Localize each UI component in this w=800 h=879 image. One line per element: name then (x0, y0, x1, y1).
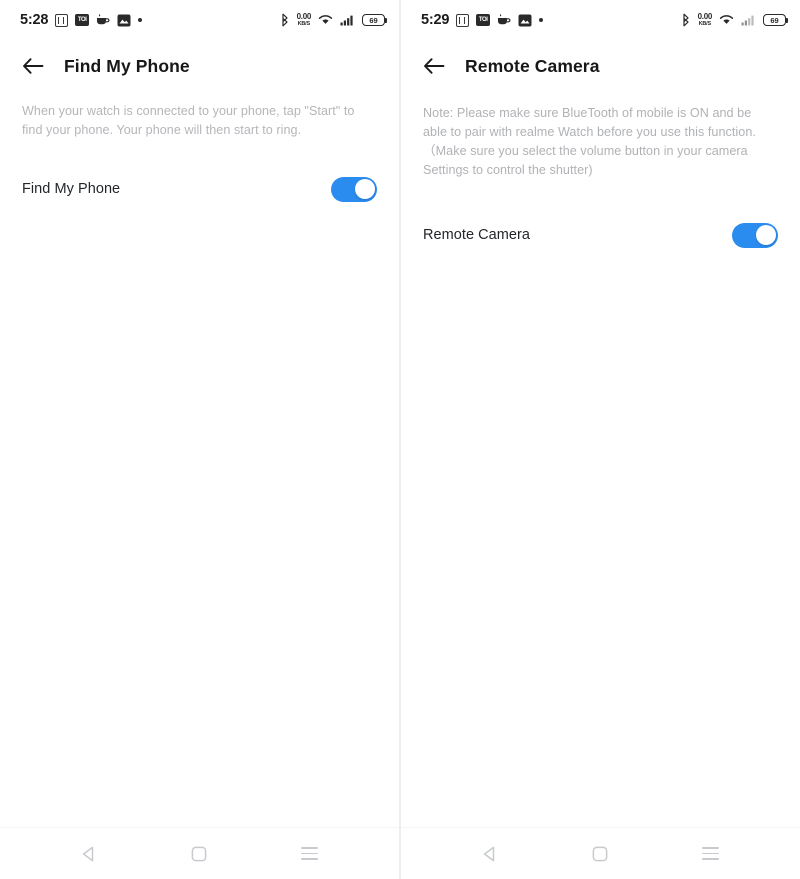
system-nav-bar (401, 827, 800, 879)
setting-label: Find My Phone (22, 181, 121, 197)
back-arrow-icon[interactable] (421, 53, 447, 79)
find-my-phone-toggle[interactable] (331, 176, 377, 202)
status-bar-right: 0.00 KB/S 69 (279, 11, 387, 28)
calendar-icon (456, 13, 470, 27)
battery-level-label: 69 (770, 15, 779, 25)
image-icon (518, 14, 532, 27)
calendar-icon (55, 13, 69, 27)
recents-lines (301, 847, 319, 860)
system-nav-bar (0, 827, 399, 879)
nav-back-icon[interactable] (67, 832, 111, 876)
signal-icon (741, 14, 756, 26)
battery-icon: 69 (763, 14, 788, 26)
dot-icon (138, 18, 143, 22)
nav-back-icon[interactable] (468, 832, 512, 876)
bluetooth-icon (279, 13, 290, 27)
status-bar-clock: 5:28 (20, 12, 49, 28)
back-arrow-icon[interactable] (20, 53, 46, 79)
setting-row-remote-camera[interactable]: Remote Camera (401, 208, 800, 262)
page-description: When your watch is connected to your pho… (22, 104, 355, 137)
box-icon: TOI (476, 14, 491, 26)
toggle-knob (755, 225, 776, 245)
toggle-knob (354, 179, 375, 199)
remote-camera-toggle[interactable] (732, 222, 778, 248)
nav-recents-icon[interactable] (689, 832, 733, 876)
app-bar: Find My Phone (0, 40, 399, 92)
network-speed-icon: 0.00 KB/S (296, 11, 312, 28)
page-title: Find My Phone (64, 55, 190, 76)
battery-icon: 69 (362, 14, 387, 26)
page-description: Note: Please make sure BlueTooth of mobi… (423, 106, 756, 177)
coffee-icon (96, 14, 110, 26)
dot-icon (539, 18, 544, 22)
bluetooth-icon (680, 13, 691, 27)
nav-home-icon[interactable] (578, 832, 622, 876)
network-speed-icon: 0.00 KB/S (697, 11, 713, 28)
image-icon (117, 14, 131, 27)
status-bar: 5:28 TOI 0.00 KB/S 69 (0, 0, 399, 40)
nav-recents-icon[interactable] (288, 832, 332, 876)
battery-level-label: 69 (369, 15, 378, 25)
network-speed-unit: KB/S (297, 20, 311, 27)
network-speed-unit: KB/S (698, 20, 712, 27)
setting-row-find-my-phone[interactable]: Find My Phone (0, 162, 399, 216)
coffee-icon (497, 14, 511, 26)
page-title: Remote Camera (465, 55, 600, 76)
phone-screenshot-remote-camera: 5:29 TOI 0.00 KB/S 69 Remote Camera Note… (400, 0, 800, 879)
nav-home-icon[interactable] (177, 832, 221, 876)
app-bar: Remote Camera (401, 40, 800, 92)
recents-lines (702, 847, 720, 860)
wifi-icon (318, 14, 333, 26)
status-bar: 5:29 TOI 0.00 KB/S 69 (401, 0, 800, 40)
status-bar-right: 0.00 KB/S 69 (680, 11, 788, 28)
status-bar-clock: 5:29 (421, 12, 450, 28)
wifi-icon (719, 14, 734, 26)
signal-icon (340, 14, 355, 26)
network-speed-value: 0.00 (697, 11, 713, 21)
network-speed-value: 0.00 (296, 11, 312, 21)
status-bar-left: 5:29 TOI (421, 12, 544, 28)
box-icon: TOI (75, 14, 90, 26)
setting-label: Remote Camera (423, 227, 531, 243)
phone-screenshot-find-my-phone: 5:28 TOI 0.00 KB/S 69 Find My Phone When… (0, 0, 400, 879)
dual-screenshot-sheet: 5:28 TOI 0.00 KB/S 69 Find My Phone When… (0, 0, 800, 879)
status-bar-left: 5:28 TOI (20, 12, 143, 28)
